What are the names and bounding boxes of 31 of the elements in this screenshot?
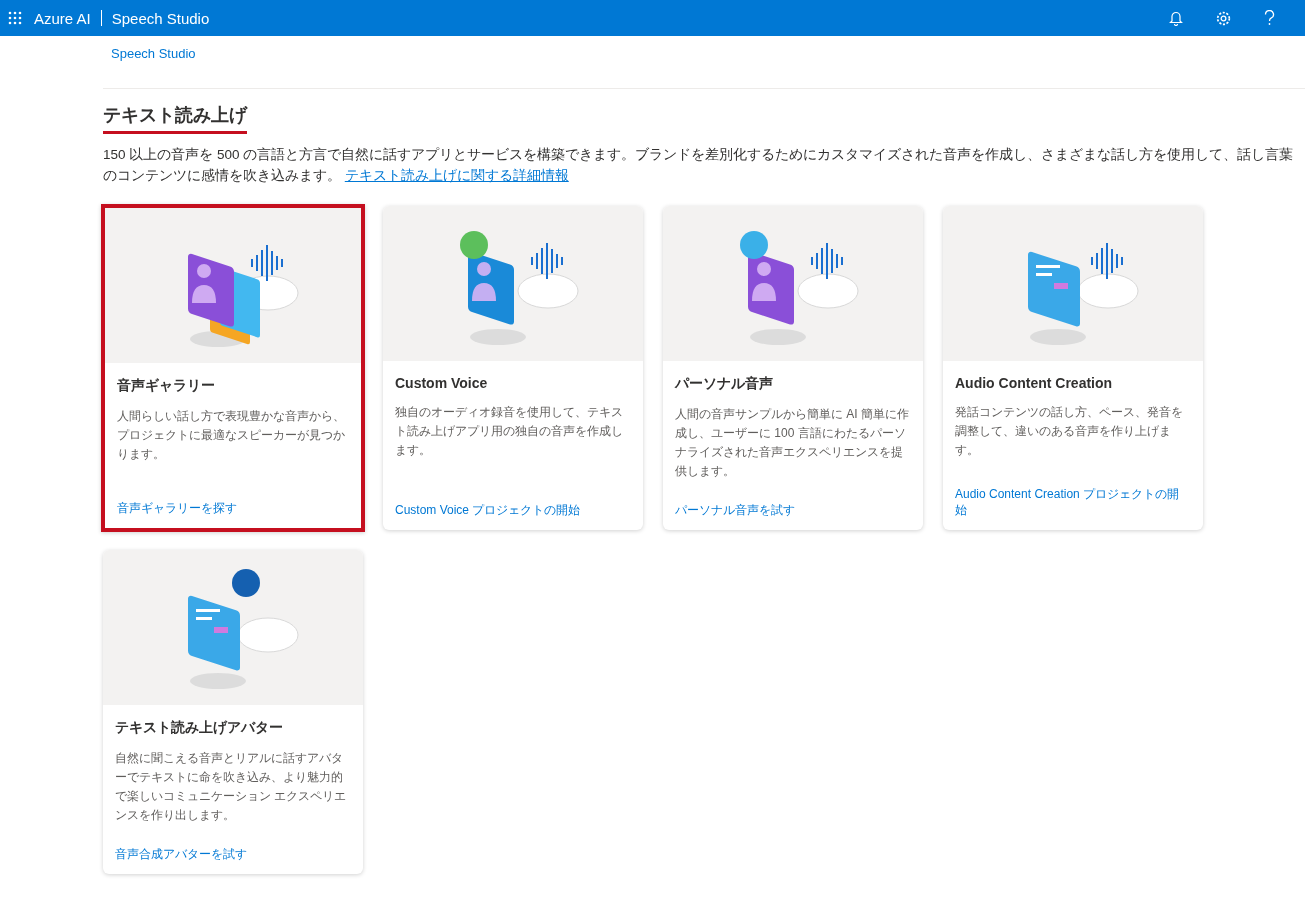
card-title: パーソナル音声 — [675, 375, 774, 393]
card-link[interactable]: Audio Content Creation プロジェクトの開始 — [955, 486, 1191, 518]
card-title: 音声ギャラリー — [117, 377, 216, 395]
card-title: Audio Content Creation — [955, 375, 1114, 391]
notification-icon[interactable] — [1169, 10, 1183, 26]
learn-more-link[interactable]: テキスト読み上げに関する詳細情報 — [344, 168, 569, 183]
feature-card[interactable]: テキスト読み上げアバター 自然に聞こえる音声とリアルに話すアバターでテキストに命を吹き込み、より魅力的で楽しいコミュニケーション エクスペリエンスを作り出します。 音声合成アバターを試す — [103, 550, 363, 874]
card-link[interactable]: Custom Voice プロジェクトの開始 — [395, 502, 631, 518]
card-link[interactable]: 音声ギャラリーを探す — [117, 500, 349, 516]
page-heading: テキスト読み上げ — [103, 103, 247, 134]
card-title: テキスト読み上げアバター — [115, 719, 284, 737]
card-link[interactable]: パーソナル音声を試す — [675, 502, 911, 518]
feature-card[interactable]: 音声ギャラリー 人間らしい話し方で表現豊かな音声から、プロジェクトに最適なスピーカーが見つかります。 音声ギャラリーを探す — [101, 204, 365, 532]
card-link[interactable]: 音声合成アバターを試す — [115, 846, 351, 862]
brand-name[interactable]: Azure AI — [34, 9, 91, 27]
title-separator — [100, 10, 102, 26]
card-description: 独自のオーディオ録音を使用して、テキスト読み上げアプリ用の独自の音声を作成します。 — [395, 404, 624, 459]
help-icon[interactable] — [1264, 10, 1275, 26]
breadcrumb-link[interactable]: Speech Studio — [111, 46, 196, 61]
card-description: 人間の音声サンプルから簡単に AI 簡単に作成し、ユーザーに 100 言語にわたるパーソナライズされた音声エクスペリエンスを提供します。 — [675, 406, 910, 480]
card-description: 自然に聞こえる音声とリアルに話すアバターでテキストに命を吹き込み、より魅力的で楽しいコミュニケーション エクスペリエンスを作り出します。 — [115, 750, 348, 824]
settings-icon[interactable] — [1215, 9, 1232, 27]
feature-card[interactable]: パーソナル音声 人間の音声サンプルから簡単に AI 簡単に作成し、ユーザーに 100 言語にわたるパーソナライズされた音声エクスペリエンスを提供します。 パーソナル音声を試す — [663, 206, 923, 530]
product-name[interactable]: Speech Studio — [111, 9, 210, 27]
feature-card[interactable]: Audio Content Creation 発話コンテンツの話し方、ペース、発音を調整して、違いのある音声を作り上げます。 Audio Content Creation プロジェクトの開始 — [943, 206, 1203, 530]
card-description: 人間らしい話し方で表現豊かな音声から、プロジェクトに最適なスピーカーが見つかります。 — [117, 408, 346, 463]
feature-card[interactable]: Custom Voice 独自のオーディオ録音を使用して、テキスト読み上げアプリ用の独自の音声を作成します。 Custom Voice プロジェクトの開始 — [383, 206, 643, 530]
card-title: Custom Voice — [395, 375, 489, 391]
intro-paragraph: 150 以上の音声を 500 の言語と方言で自然に話すアプリとサービスを構築できます。ブランドを差別化するためにカスタマイズされた音声を作成し、さまざまな話し方を使用して、話し言葉のコンテンツに感情を吹き込みます。 テキスト読み上げに関する詳細情報 — [103, 146, 1295, 185]
card-description: 発話コンテンツの話し方、ペース、発音を調整して、違いのある音声を作り上げます。 — [955, 404, 1184, 459]
app-launcher-icon[interactable] — [8, 11, 22, 25]
